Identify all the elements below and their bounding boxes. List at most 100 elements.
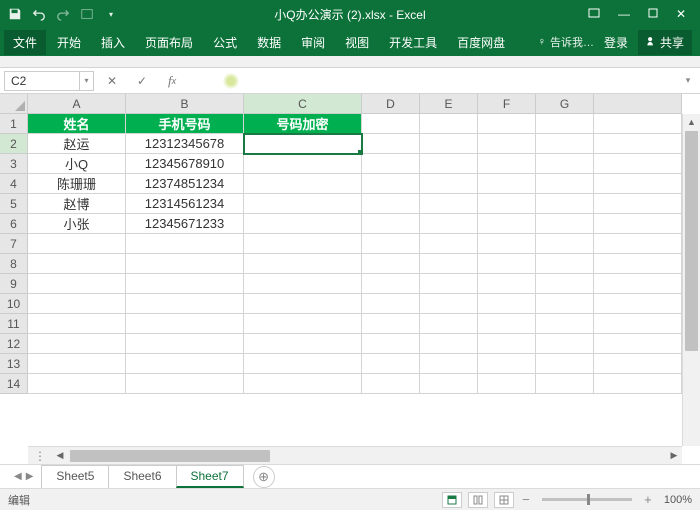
name-box[interactable]: C2	[4, 71, 80, 91]
row-header-13[interactable]: 13	[0, 354, 28, 374]
vertical-scrollbar[interactable]: ▲	[682, 114, 700, 446]
cell-B8[interactable]	[126, 254, 244, 274]
vscroll-thumb[interactable]	[685, 131, 698, 351]
cell-D1[interactable]	[362, 114, 420, 134]
cell-G13[interactable]	[536, 354, 594, 374]
cell-E9[interactable]	[420, 274, 478, 294]
share-button[interactable]: 共享	[638, 30, 692, 55]
hscroll-thumb[interactable]	[70, 450, 270, 462]
cell-B14[interactable]	[126, 374, 244, 394]
cell-G4[interactable]	[536, 174, 594, 194]
undo-icon[interactable]	[32, 7, 46, 21]
cell-D9[interactable]	[362, 274, 420, 294]
cell-B6[interactable]: 12345671233	[126, 214, 244, 234]
cell-G8[interactable]	[536, 254, 594, 274]
scroll-right-icon[interactable]: ▶	[666, 450, 682, 461]
row-header-14[interactable]: 14	[0, 374, 28, 394]
cell-E14[interactable]	[420, 374, 478, 394]
cell-B12[interactable]	[126, 334, 244, 354]
new-sheet-button[interactable]: ⊕	[253, 466, 275, 488]
cell-C13[interactable]	[244, 354, 362, 374]
cell-C8[interactable]	[244, 254, 362, 274]
row-header-1[interactable]: 1	[0, 114, 28, 134]
cell-C10[interactable]	[244, 294, 362, 314]
row-header-5[interactable]: 5	[0, 194, 28, 214]
cell-B4[interactable]: 12374851234	[126, 174, 244, 194]
cell-F8[interactable]	[478, 254, 536, 274]
cell-F14[interactable]	[478, 374, 536, 394]
cells-area[interactable]: 姓名手机号码号码加密赵运12312345678小Q12345678910陈珊珊1…	[28, 114, 682, 446]
cell-E12[interactable]	[420, 334, 478, 354]
row-header-12[interactable]: 12	[0, 334, 28, 354]
cell-F4[interactable]	[478, 174, 536, 194]
col-header-A[interactable]: A	[28, 94, 126, 114]
cell-B10[interactable]	[126, 294, 244, 314]
cell-F13[interactable]	[478, 354, 536, 374]
cell-D4[interactable]	[362, 174, 420, 194]
cell-A3[interactable]: 小Q	[28, 154, 126, 174]
cell-C14[interactable]	[244, 374, 362, 394]
cell-G3[interactable]	[536, 154, 594, 174]
tab-baidu[interactable]: 百度网盘	[448, 30, 514, 55]
cell-B11[interactable]	[126, 314, 244, 334]
cell-F9[interactable]	[478, 274, 536, 294]
cell-G2[interactable]	[536, 134, 594, 154]
scroll-left-icon[interactable]: ◀	[52, 450, 68, 461]
cell-D8[interactable]	[362, 254, 420, 274]
cell-F7[interactable]	[478, 234, 536, 254]
cell-A13[interactable]	[28, 354, 126, 374]
cell-C12[interactable]	[244, 334, 362, 354]
col-header-E[interactable]: E	[420, 94, 478, 114]
cell-C2[interactable]	[244, 134, 362, 154]
cell-E1[interactable]	[420, 114, 478, 134]
maximize-icon[interactable]	[648, 7, 658, 21]
scroll-up-icon[interactable]: ▲	[683, 114, 700, 130]
cell-G6[interactable]	[536, 214, 594, 234]
cell-C3[interactable]	[244, 154, 362, 174]
cell-E2[interactable]	[420, 134, 478, 154]
minimize-icon[interactable]: —	[618, 7, 630, 21]
cell-B3[interactable]: 12345678910	[126, 154, 244, 174]
cell-E7[interactable]	[420, 234, 478, 254]
cell-D11[interactable]	[362, 314, 420, 334]
cell-A4[interactable]: 陈珊珊	[28, 174, 126, 194]
cell-B2[interactable]: 12312345678	[126, 134, 244, 154]
cell-G12[interactable]	[536, 334, 594, 354]
tab-data[interactable]: 数据	[248, 30, 290, 55]
formula-input[interactable]	[194, 71, 680, 91]
tab-view[interactable]: 视图	[336, 30, 378, 55]
sheet-prev-icon[interactable]: ◀	[14, 471, 22, 482]
cell-E5[interactable]	[420, 194, 478, 214]
cell-G9[interactable]	[536, 274, 594, 294]
qat-icon-4[interactable]	[80, 7, 94, 21]
tab-page-layout[interactable]: 页面布局	[136, 30, 202, 55]
cell-A8[interactable]	[28, 254, 126, 274]
formula-expand-icon[interactable]: ▾	[680, 75, 696, 86]
cell-F5[interactable]	[478, 194, 536, 214]
cell-A7[interactable]	[28, 234, 126, 254]
horizontal-scrollbar[interactable]: ⋮ ◀ ▶	[28, 446, 682, 464]
cell-A1[interactable]: 姓名	[28, 114, 126, 134]
cell-B9[interactable]	[126, 274, 244, 294]
col-header-G[interactable]: G	[536, 94, 594, 114]
name-box-dropdown-icon[interactable]: ▾	[80, 71, 94, 91]
row-header-3[interactable]: 3	[0, 154, 28, 174]
enter-icon[interactable]: ✓	[130, 71, 154, 91]
sheet-next-icon[interactable]: ▶	[26, 471, 34, 482]
hscroll-grip-icon[interactable]: ⋮	[28, 449, 52, 463]
ribbon-display-icon[interactable]	[588, 7, 600, 22]
sheet-tab-sheet6[interactable]: Sheet6	[108, 465, 176, 488]
tab-file[interactable]: 文件	[4, 30, 46, 55]
row-header-4[interactable]: 4	[0, 174, 28, 194]
cell-G11[interactable]	[536, 314, 594, 334]
row-header-6[interactable]: 6	[0, 214, 28, 234]
cell-A14[interactable]	[28, 374, 126, 394]
tab-insert[interactable]: 插入	[92, 30, 134, 55]
cell-F1[interactable]	[478, 114, 536, 134]
fx-icon[interactable]: fx	[160, 71, 184, 91]
sheet-tab-sheet5[interactable]: Sheet5	[41, 465, 109, 488]
cell-A10[interactable]	[28, 294, 126, 314]
cell-C7[interactable]	[244, 234, 362, 254]
cell-D3[interactable]	[362, 154, 420, 174]
row-header-7[interactable]: 7	[0, 234, 28, 254]
